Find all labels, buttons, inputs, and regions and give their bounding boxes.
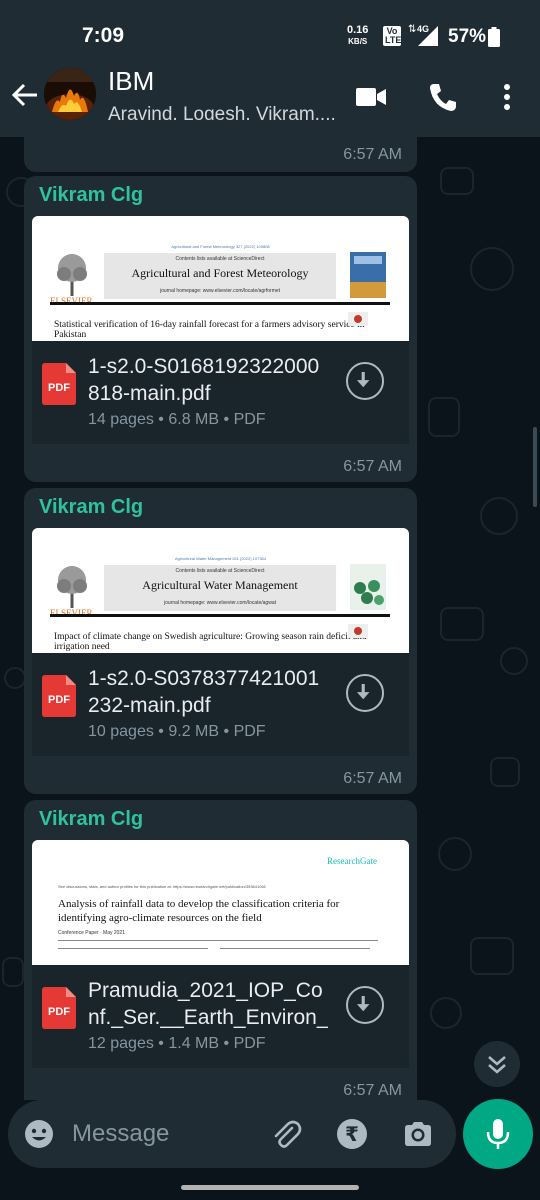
preview-homepage: journal homepage: www.elsevier.com/locat… xyxy=(163,600,276,606)
journal-cover-image xyxy=(350,252,386,298)
payment-rupee-icon[interactable]: ₹ xyxy=(336,1118,368,1150)
document-info[interactable]: PDF 1-s2.0-S0168192322000818-main.pdf 14… xyxy=(32,341,409,444)
svg-text:₹: ₹ xyxy=(345,1122,359,1146)
document-preview[interactable]: Agricultural and Forest Meteorology 327 … xyxy=(32,216,409,341)
message-bubble[interactable]: 6:57 AM xyxy=(24,120,417,172)
document-info[interactable]: PDF Pramudia_2021_IOP_Conf._Ser.__Earth_… xyxy=(32,965,409,1068)
file-name: Pramudia_2021_IOP_Conf._Ser.__Earth_Envi… xyxy=(88,977,328,1031)
preview-article-title: Impact of climate change on Swedish agri… xyxy=(54,632,367,652)
preview-available: Contents lists available at ScienceDirec… xyxy=(175,256,265,262)
elsevier-tree-logo xyxy=(50,252,94,298)
file-type: PDF xyxy=(233,723,266,740)
file-meta: 14 pages • 6.8 MB • PDF xyxy=(88,411,266,428)
file-meta: 10 pages • 9.2 MB • PDF xyxy=(88,723,266,740)
scroll-to-bottom-button[interactable] xyxy=(474,1041,520,1087)
sender-name: Vikram Clg xyxy=(39,808,144,830)
pdf-file-icon: PDF xyxy=(42,363,76,405)
document-message[interactable]: Vikram Clg ResearchGate See discussions,… xyxy=(24,800,417,1100)
download-icon[interactable] xyxy=(346,362,384,400)
preview-journal: Agricultural and Forest Meteorology xyxy=(131,266,309,280)
preview-rule xyxy=(50,302,390,305)
preview-rule xyxy=(58,948,208,949)
network-speed: 0.16 KB/S xyxy=(347,24,368,48)
preview-journal-box: Contents lists available at ScienceDirec… xyxy=(104,565,336,611)
battery-icon xyxy=(488,27,500,47)
document-message[interactable]: Vikram Clg Agricultural Water Management… xyxy=(24,488,417,794)
voice-call-icon[interactable] xyxy=(426,80,460,114)
preview-article-title: Analysis of rainfall data to develop the… xyxy=(58,898,340,924)
document-preview[interactable]: Agricultural Water Management 261 (2022)… xyxy=(32,528,409,653)
chat-title[interactable]: IBM xyxy=(108,66,154,97)
voice-message-button[interactable] xyxy=(463,1099,533,1169)
preview-available: Contents lists available at ScienceDirec… xyxy=(175,568,265,574)
message-time: 6:57 AM xyxy=(343,146,402,163)
message-time: 6:57 AM xyxy=(343,770,402,787)
preview-header-line: See discussions, stats, and author profi… xyxy=(58,884,266,889)
document-info[interactable]: PDF 1-s2.0-S0378377421001232-main.pdf 10… xyxy=(32,653,409,756)
file-meta: 12 pages • 1.4 MB • PDF xyxy=(88,1035,266,1052)
file-size: 6.8 MB xyxy=(168,411,220,428)
preview-journal: Agricultural Water Management xyxy=(142,578,298,592)
message-input[interactable]: Message xyxy=(72,1120,169,1148)
message-composer: Message ₹ xyxy=(8,1100,456,1168)
journal-cover-image xyxy=(350,564,386,610)
preview-homepage: journal homepage: www.elsevier.com/locat… xyxy=(159,288,281,294)
sender-name: Vikram Clg xyxy=(39,184,144,206)
data-activity-icon: ⇅ xyxy=(408,24,417,35)
preview-conference: Conference Paper · May 2021 xyxy=(58,930,125,936)
back-arrow-icon[interactable] xyxy=(10,80,40,110)
more-options-icon[interactable] xyxy=(490,80,524,114)
volte-icon: Vo LTE xyxy=(383,26,402,46)
emoji-icon[interactable] xyxy=(24,1119,54,1149)
file-name-text: Pramudia_2021_IOP_Conf._Ser.__Earth_Envi… xyxy=(88,979,328,1029)
pdf-file-icon: PDF xyxy=(42,675,76,717)
file-type: PDF xyxy=(233,411,266,428)
network-speed-unit: KB/S xyxy=(348,37,368,46)
file-pages: 14 pages xyxy=(88,411,154,428)
sender-name: Vikram Clg xyxy=(39,496,144,518)
battery-percent: 57% xyxy=(448,26,487,47)
preview-rule xyxy=(50,614,390,617)
download-icon[interactable] xyxy=(346,674,384,712)
preview-rule xyxy=(220,948,370,949)
microphone-icon xyxy=(486,1119,510,1149)
camera-icon[interactable] xyxy=(402,1118,434,1150)
avatar-fire-icon xyxy=(44,68,96,120)
preview-header-line: Agricultural Water Management 261 (2022)… xyxy=(174,556,266,561)
attach-icon[interactable] xyxy=(270,1118,302,1150)
file-size: 9.2 MB xyxy=(168,723,220,740)
double-chevron-down-icon xyxy=(488,1056,506,1074)
file-type: PDF xyxy=(233,1035,266,1052)
video-call-icon[interactable] xyxy=(354,80,388,114)
elsevier-tree-logo xyxy=(50,564,94,610)
network-speed-value: 0.16 xyxy=(347,24,369,36)
message-time: 6:57 AM xyxy=(343,1082,402,1099)
file-pages: 10 pages xyxy=(88,723,154,740)
file-name: 1-s2.0-S0168192322000818-main.pdf xyxy=(88,355,320,405)
pdf-file-icon: PDF xyxy=(42,987,76,1029)
file-pages: 12 pages xyxy=(88,1035,154,1052)
group-avatar[interactable] xyxy=(44,68,96,120)
document-message[interactable]: Vikram Clg Agricultural and Forest Meteo… xyxy=(24,176,417,482)
preview-brand: ResearchGate xyxy=(327,856,377,866)
crossmark-icon xyxy=(348,624,368,638)
preview-header-line: Agricultural and Forest Meteorology 327 … xyxy=(171,244,270,249)
home-indicator[interactable] xyxy=(181,1185,359,1190)
svg-text:PDF: PDF xyxy=(48,382,70,394)
scrollbar[interactable] xyxy=(533,427,537,507)
document-preview[interactable]: ResearchGate See discussions, stats, and… xyxy=(32,840,409,965)
message-time: 6:57 AM xyxy=(343,458,402,475)
status-bar: 7:09 0.16 KB/S Vo LTE ⇅ 4G 57% xyxy=(0,0,540,72)
status-time: 7:09 xyxy=(82,24,125,47)
file-name: 1-s2.0-S0378377421001232-main.pdf xyxy=(88,667,320,717)
svg-text:PDF: PDF xyxy=(48,1006,70,1018)
file-size: 1.4 MB xyxy=(168,1035,220,1052)
crossmark-icon xyxy=(348,312,368,326)
preview-article-title: Statistical verification of 16-day rainf… xyxy=(54,320,365,340)
signal-icon xyxy=(418,26,438,46)
preview-rule xyxy=(58,940,378,941)
download-icon[interactable] xyxy=(346,986,384,1024)
preview-journal-box: Contents lists available at ScienceDirec… xyxy=(104,253,336,299)
svg-text:PDF: PDF xyxy=(48,694,70,706)
